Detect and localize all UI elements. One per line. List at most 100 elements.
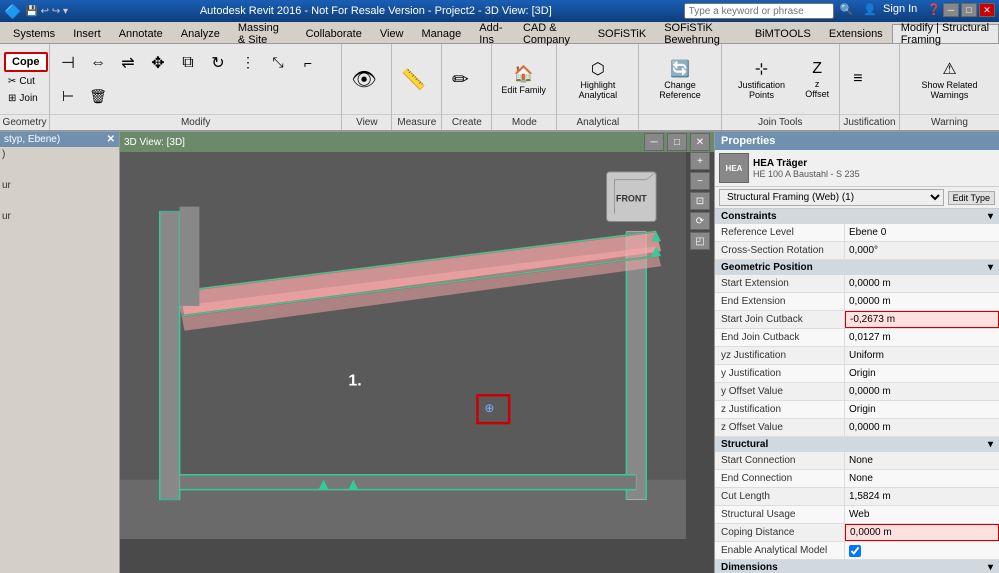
properties-panel: Properties HEA HEA Träger HE 100 A Baust… xyxy=(714,132,999,573)
highlight-analytical-btn[interactable]: ⬡ Highlight Analytical xyxy=(561,56,634,103)
element-icon: HEA xyxy=(719,153,749,183)
minimize-button[interactable]: ─ xyxy=(943,3,959,17)
justification-btn[interactable]: ≡ xyxy=(844,67,872,91)
tab-systems[interactable]: Systems xyxy=(4,24,64,43)
array-button[interactable]: ⋮ xyxy=(234,51,262,74)
edit-type-button[interactable]: Edit Type xyxy=(948,191,995,205)
move-button[interactable]: ✥ xyxy=(144,50,172,76)
3d-orbit-btn[interactable]: ⟳ xyxy=(690,212,710,230)
main-area: styp, Ebene) ✕ ) ur ur 3D View: [3D] ─ □… xyxy=(0,132,999,573)
structural-section-header[interactable]: Structural ▾ xyxy=(715,437,999,452)
z-offset-btn[interactable]: Z z Offset xyxy=(799,57,835,102)
search-input[interactable] xyxy=(684,3,834,19)
change-reference-btn[interactable]: 🔄 Change Reference xyxy=(643,56,716,103)
join-button[interactable]: ⊞ Join xyxy=(4,91,48,106)
rotate-icon: ↻ xyxy=(211,53,224,73)
measure-btn[interactable]: 📏 xyxy=(396,64,431,95)
view-group-content: 👁 xyxy=(342,44,391,114)
title-bar: 🔷 💾 ↩ ↪ ▾ Autodesk Revit 2016 - Not For … xyxy=(0,0,999,22)
prop-y-offset: y Offset Value 0,0000 m xyxy=(715,383,999,401)
zoom-in-btn[interactable]: + xyxy=(690,152,710,170)
tab-view[interactable]: View xyxy=(371,24,413,43)
constraints-section-header[interactable]: Constraints ▾ xyxy=(715,209,999,224)
left-panel-item-3: ur xyxy=(2,211,117,222)
prop-z-justification: z Justification Origin xyxy=(715,401,999,419)
align-button[interactable]: ⊣ xyxy=(54,50,82,76)
trim-button[interactable]: ⌐ xyxy=(294,52,322,74)
view-btn[interactable]: 👁 xyxy=(346,64,381,95)
edit-family-btn[interactable]: 🏠 Edit Family xyxy=(496,61,551,98)
user-label[interactable]: Sign In xyxy=(883,3,917,19)
prop-coping-distance: Coping Distance 0,0000 m xyxy=(715,524,999,542)
offset-button[interactable]: ⇔ xyxy=(84,51,112,75)
prop-start-extension: Start Extension 0,0000 m xyxy=(715,275,999,293)
create-btn[interactable]: ✏ xyxy=(446,64,474,95)
viewport-close-btn[interactable]: ✕ xyxy=(690,133,710,151)
tab-modify-framing[interactable]: Modify | Structural Framing xyxy=(892,24,999,43)
mirror-button[interactable]: ⇌ xyxy=(114,50,142,76)
tab-analyze[interactable]: Analyze xyxy=(172,24,229,43)
modify-group-content: ⊣ ⇔ ⇌ ✥ ⧉ ↻ ⋮ ⤡ ⌐ ⊢ 🗑 xyxy=(50,44,341,114)
tab-cad-company[interactable]: CAD & Company xyxy=(514,24,589,43)
cope-button[interactable]: Cope xyxy=(4,52,48,72)
tab-extensions[interactable]: Extensions xyxy=(820,24,892,43)
type-selector: HEA HEA Träger HE 100 A Baustahl - S 235 xyxy=(715,150,999,187)
array-icon: ⋮ xyxy=(241,54,255,71)
search-icon[interactable]: 🔍 xyxy=(840,3,854,19)
cut-button[interactable]: ✂ Cut xyxy=(4,74,48,89)
close-button[interactable]: ✕ xyxy=(979,3,995,17)
view-cube-btn[interactable]: ◰ xyxy=(690,232,710,250)
tab-manage[interactable]: Manage xyxy=(413,24,471,43)
prop-cross-section-rotation: Cross-Section Rotation 0,000° xyxy=(715,242,999,260)
tab-collaborate[interactable]: Collaborate xyxy=(297,24,371,43)
left-panel-content: ) ur ur xyxy=(0,147,119,224)
scale-button[interactable]: ⤡ xyxy=(264,51,292,74)
analytical-model-checkbox[interactable] xyxy=(849,545,861,557)
copy-button[interactable]: ⧉ xyxy=(174,51,202,75)
help-icon[interactable]: ❓ xyxy=(927,3,941,19)
tab-sofistik[interactable]: SOFiSTiK xyxy=(589,24,656,43)
rotate-button[interactable]: ↻ xyxy=(204,50,232,76)
change-ref-label xyxy=(639,114,720,130)
zoom-fit-btn[interactable]: ⊡ xyxy=(690,192,710,210)
geometry-group: Cope ✂ Cut ⊞ Join Geometry xyxy=(0,44,50,130)
scale-icon: ⤡ xyxy=(272,54,283,71)
viewport-min-btn[interactable]: ─ xyxy=(644,133,664,151)
left-panel-header: styp, Ebene) ✕ xyxy=(0,132,119,147)
viewport-title: 3D View: [3D] xyxy=(124,137,185,148)
tab-massing[interactable]: Massing & Site xyxy=(229,24,297,43)
tab-bimtools[interactable]: BiMTOOLS xyxy=(746,24,820,43)
hea-icon-label: HEA xyxy=(726,164,743,173)
zoom-out-btn[interactable]: − xyxy=(690,172,710,190)
justification-points-btn[interactable]: ⊹ Justification Points xyxy=(726,56,798,103)
cut-icon: ✂ xyxy=(8,76,16,87)
delete-button[interactable]: 🗑 xyxy=(84,85,112,108)
app-icon: 🔷 xyxy=(4,3,21,20)
change-ref-icon: 🔄 xyxy=(670,59,690,79)
split-button[interactable]: ⊢ xyxy=(54,85,82,108)
viewport-restore-btn[interactable]: □ xyxy=(667,133,687,151)
dimensions-section-header[interactable]: Dimensions ▾ xyxy=(715,560,999,573)
tab-sofistik-bew[interactable]: SOFiSTiK Bewehrung xyxy=(655,24,746,43)
left-panel-close-button[interactable]: ✕ xyxy=(107,134,115,145)
tab-addins[interactable]: Add-Ins xyxy=(470,24,514,43)
tab-annotate[interactable]: Annotate xyxy=(110,24,172,43)
measure-group-content: 📏 xyxy=(392,44,441,114)
prop-structural-usage: Structural Usage Web xyxy=(715,506,999,524)
collapse-icon: ▾ xyxy=(988,211,993,222)
tab-insert[interactable]: Insert xyxy=(64,24,110,43)
coping-distance-value[interactable]: 0,0000 m xyxy=(845,524,999,541)
geometric-section-header[interactable]: Geometric Position ▾ xyxy=(715,260,999,275)
prop-cut-length: Cut Length 1,5824 m xyxy=(715,488,999,506)
prop-enable-analytical: Enable Analytical Model xyxy=(715,542,999,560)
show-warnings-btn[interactable]: ⚠ Show Related Warnings xyxy=(904,56,995,103)
justification-icon: ⊹ xyxy=(755,59,768,79)
user-icon[interactable]: 👤 xyxy=(863,3,877,19)
left-panel-title: styp, Ebene) xyxy=(4,134,60,145)
maximize-button[interactable]: □ xyxy=(961,3,977,17)
viewport[interactable]: 3D View: [3D] ─ □ ✕ xyxy=(120,132,714,573)
instance-selector[interactable]: Structural Framing (Web) (1) xyxy=(719,189,944,206)
scene-label: 1. xyxy=(348,372,361,389)
start-join-cutback-value[interactable]: -0,2673 m xyxy=(845,311,999,328)
split-icon: ⊢ xyxy=(62,88,74,105)
